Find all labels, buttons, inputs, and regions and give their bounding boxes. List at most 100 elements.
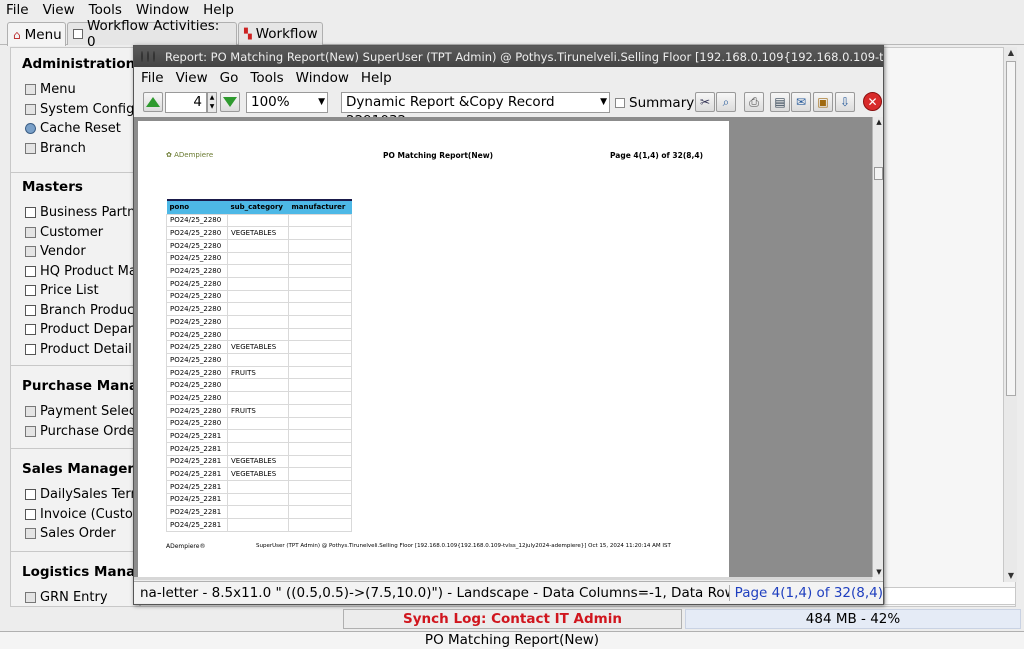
- sidebar-item-menu[interactable]: Menu: [11, 80, 139, 100]
- background-scrollbar[interactable]: ▲ ▼: [1003, 47, 1017, 582]
- report-menu-file[interactable]: File: [141, 70, 164, 86]
- cell-sub-category: FRUITS: [227, 403, 289, 418]
- next-page-button[interactable]: [220, 92, 240, 112]
- menu-file[interactable]: File: [6, 2, 29, 18]
- cell-pono: PO24/25_2280: [166, 391, 228, 405]
- table-row: PO24/25_2281 VEGETABLES: [166, 454, 352, 469]
- sidebar-item-product-department[interactable]: Product Department: [11, 320, 139, 340]
- cell-pono: PO24/25_2280: [166, 264, 228, 278]
- synch-log-button[interactable]: Synch Log: Contact IT Admin: [343, 609, 682, 629]
- close-window-icon[interactable]: [141, 51, 143, 62]
- archive-icon: ▣: [817, 95, 829, 109]
- print-button[interactable]: ⎙: [744, 92, 764, 112]
- scroll-down-icon[interactable]: ▼: [873, 568, 883, 576]
- sidebar-item-cache-reset[interactable]: Cache Reset: [11, 119, 139, 139]
- table-row: PO24/25_2280: [166, 378, 352, 393]
- memory-indicator[interactable]: 484 MB - 42%: [685, 609, 1021, 629]
- tab-menu[interactable]: ⌂ Menu: [7, 22, 66, 46]
- report-preview: ✿ ADempiere PO Matching Report(New) Page…: [134, 117, 872, 577]
- find-button[interactable]: ⌕: [716, 92, 736, 112]
- scroll-up-icon[interactable]: ▲: [1004, 47, 1018, 59]
- sidebar-item-branch-product[interactable]: Branch Product: [11, 301, 139, 321]
- sidebar-item-business-partner[interactable]: Business Partner: [11, 203, 139, 223]
- cell-pono: PO24/25_2280: [166, 315, 228, 329]
- report-menu-tools[interactable]: Tools: [250, 70, 283, 86]
- sidebar-item-sales-order[interactable]: Sales Order: [11, 524, 139, 544]
- customize-button[interactable]: ✂: [695, 92, 715, 112]
- sidebar-item-branch[interactable]: Branch: [11, 139, 139, 159]
- close-report-button[interactable]: ✕: [863, 92, 882, 113]
- sidebar-item-grn-entry[interactable]: GRN Entry: [11, 588, 139, 606]
- column-header-pono[interactable]: pono: [166, 199, 228, 214]
- report-title: PO Matching Report(New): [383, 151, 494, 160]
- window-icon: [25, 246, 36, 258]
- previous-page-button[interactable]: [143, 92, 163, 112]
- report-footer-logo: ADempiere®: [166, 543, 206, 550]
- menu-tools[interactable]: Tools: [89, 2, 122, 18]
- window-icon: [25, 103, 36, 115]
- report-page: ✿ ADempiere PO Matching Report(New) Page…: [138, 121, 729, 577]
- sidebar-item-hq-product-master[interactable]: HQ Product Master: [11, 262, 139, 282]
- report-scrollbar[interactable]: ▲ ▼: [872, 117, 883, 577]
- report-menu-view[interactable]: View: [176, 70, 208, 86]
- cell-sub-category: [227, 302, 289, 316]
- report-hscrollbar[interactable]: [134, 577, 872, 580]
- sidebar-item-payment-selection[interactable]: Payment Selection: [11, 402, 139, 422]
- sidebar-item-purchase-order[interactable]: Purchase Order: [11, 422, 139, 442]
- cell-sub-category: [227, 264, 289, 278]
- report-menu-window[interactable]: Window: [296, 70, 349, 86]
- report-status-page[interactable]: Page 4(1,4) of 32(8,4): [728, 584, 883, 601]
- cell-sub-category: [227, 492, 289, 507]
- checkbox-icon[interactable]: [615, 97, 625, 108]
- archive-button[interactable]: ▣: [813, 92, 833, 112]
- column-header-sub-category[interactable]: sub_category: [227, 199, 289, 214]
- sidebar-item-invoice-customer[interactable]: Invoice (Customer): [11, 505, 139, 525]
- tab-workflow-activities[interactable]: Workflow Activities: 0: [67, 18, 237, 50]
- minimize-window-icon[interactable]: [147, 51, 149, 62]
- sidebar-item-vendor[interactable]: Vendor: [11, 242, 139, 262]
- home-icon: ⌂: [13, 27, 21, 42]
- print-format-select[interactable]: Dynamic Report &Copy Record 2291032 ▼: [341, 92, 610, 129]
- maximize-window-icon[interactable]: [153, 51, 155, 62]
- cell-manufacturer: [288, 492, 352, 507]
- sidebar-item-label: Branch: [40, 140, 86, 156]
- column-header-manufacturer[interactable]: manufacturer: [288, 199, 352, 214]
- scroll-down-icon[interactable]: ▼: [1004, 570, 1018, 582]
- menu-view[interactable]: View: [43, 2, 75, 18]
- scroll-up-icon[interactable]: ▲: [873, 118, 883, 126]
- report-menu-help[interactable]: Help: [361, 70, 392, 86]
- tab-workflow[interactable]: ▚ Workflow: [238, 22, 323, 45]
- section-administration: Administration Menu System Configurator …: [11, 54, 139, 159]
- sidebar-item-product-detail[interactable]: Product Detail: [11, 340, 139, 360]
- scrollbar-thumb[interactable]: [874, 167, 883, 180]
- report-menu-go[interactable]: Go: [220, 70, 239, 86]
- sidebar-item-dailysales-terminal[interactable]: DailySales Terminal: [11, 485, 139, 505]
- table-row: PO24/25_2280 FRUITS: [166, 403, 352, 418]
- sidebar-item-customer[interactable]: Customer: [11, 223, 139, 243]
- menu-help[interactable]: Help: [203, 2, 234, 18]
- synch-bar: Synch Log: Contact IT Admin 484 MB - 42%: [0, 607, 1024, 631]
- cell-manufacturer: [288, 264, 352, 278]
- document-icon: [25, 508, 36, 520]
- zoom-select[interactable]: 100% ▼: [246, 92, 328, 113]
- sidebar-item-price-list[interactable]: Price List: [11, 281, 139, 301]
- page-number-field[interactable]: 4: [165, 92, 207, 113]
- document-icon: [25, 207, 36, 219]
- section-title: Logistics Management: [22, 564, 140, 580]
- workflow-icon: ▚: [244, 28, 252, 40]
- sidebar-item-label: GRN Entry: [40, 590, 108, 605]
- menu-window[interactable]: Window: [136, 2, 189, 18]
- export-button[interactable]: ▤: [770, 92, 790, 112]
- sidebar-item-system-configurator[interactable]: System Configurator: [11, 100, 139, 120]
- report-window-titlebar[interactable]: Report: PO Matching Report(New) SuperUse…: [134, 46, 883, 67]
- printer-icon: ⎙: [749, 94, 759, 109]
- table-row: PO24/25_2280: [166, 315, 352, 329]
- sidebar-item-label: Product Detail: [40, 341, 132, 357]
- send-mail-button[interactable]: ✉: [791, 92, 811, 112]
- page-spinner[interactable]: ▲ ▼: [207, 92, 217, 113]
- cell-pono: PO24/25_2280: [166, 251, 228, 266]
- scrollbar-thumb[interactable]: [1006, 61, 1016, 396]
- save-report-button[interactable]: ⇩: [835, 92, 855, 112]
- report-toolbar: 4 ▲ ▼ 100% ▼ Dynamic Report &Copy Record …: [134, 91, 883, 129]
- summary-checkbox[interactable]: Summary: [615, 92, 694, 113]
